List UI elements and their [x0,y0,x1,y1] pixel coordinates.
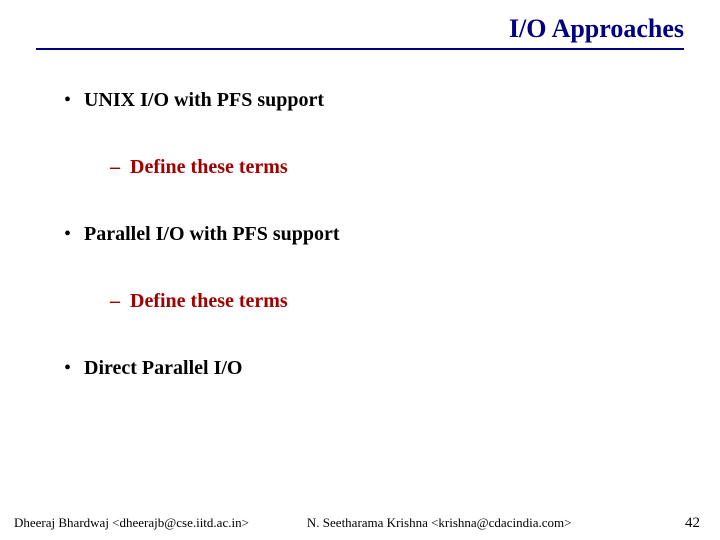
bullet-text: UNIX I/O with PFS support [84,88,324,113]
slide-title: I/O Approaches [36,14,684,44]
footer-author-right: N. Seetharama Krishna <krishna@cdacindia… [307,515,572,531]
title-region: I/O Approaches [0,0,720,50]
page-number: 42 [685,515,700,532]
bullet-dot-icon: • [64,90,84,110]
bullet-text: Parallel I/O with PFS support [84,222,340,247]
footer-author-left: Dheeraj Bhardwaj <dheerajb@cse.iitd.ac.i… [14,515,249,531]
sub-bullet-item: – Define these terms [110,289,680,314]
sub-bullet-text: Define these terms [130,155,288,180]
bullet-item: • UNIX I/O with PFS support [64,88,680,113]
dash-icon: – [110,155,130,180]
bullet-item: • Direct Parallel I/O [64,356,680,381]
sub-bullet-item: – Define these terms [110,155,680,180]
bullet-text: Direct Parallel I/O [84,356,242,381]
bullet-dot-icon: • [64,224,84,244]
bullet-item: • Parallel I/O with PFS support [64,222,680,247]
slide: I/O Approaches • UNIX I/O with PFS suppo… [0,0,720,540]
sub-bullet-text: Define these terms [130,289,288,314]
bullet-dot-icon: • [64,358,84,378]
footer: Dheeraj Bhardwaj <dheerajb@cse.iitd.ac.i… [0,515,720,532]
content-area: • UNIX I/O with PFS support – Define the… [0,50,720,381]
dash-icon: – [110,289,130,314]
